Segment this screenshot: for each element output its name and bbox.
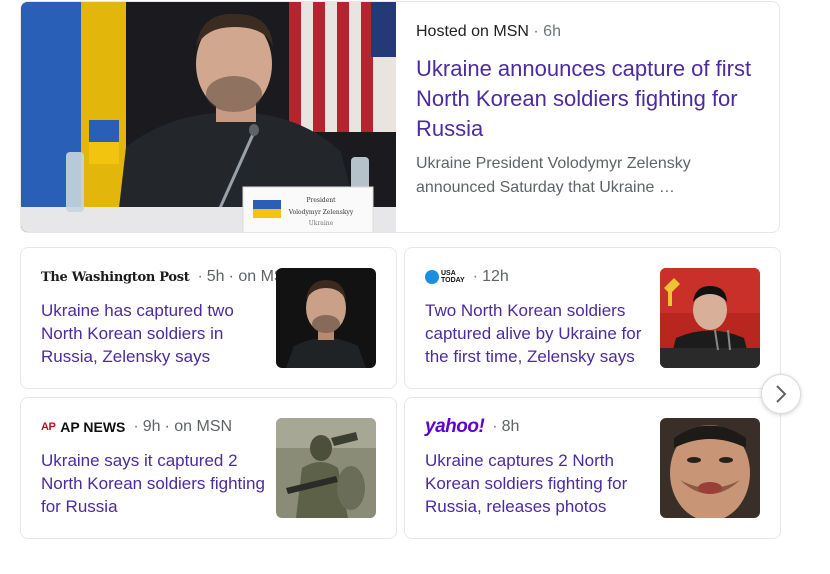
zelensky-press-photo: President Volodymyr Zelenskyy Ukraine [21, 2, 396, 232]
usa-today-word-2: TODAY [441, 277, 465, 284]
story-thumbnail[interactable] [660, 418, 760, 518]
story-separator: · [472, 268, 479, 285]
washington-post-logo: The Washington Post [41, 269, 190, 285]
story-title-link[interactable]: Ukraine says it captured 2 North Korean … [41, 449, 271, 518]
usa-today-word-1: USA [441, 270, 456, 277]
usa-today-logo: USA TODAY [425, 270, 465, 284]
story-meta: USA TODAY · 12h [425, 266, 509, 288]
top-story-separator: · [533, 23, 539, 40]
story-title-link[interactable]: Ukraine has captured two North Korean so… [41, 299, 271, 368]
story-age: 9h [142, 418, 161, 435]
chevron-right-icon [776, 385, 787, 403]
story-age: 5h [206, 268, 225, 285]
story-meta: AP AP NEWS · 9h · on MSN [41, 416, 232, 438]
story-separator: · [197, 268, 203, 285]
placard-line-2: Volodymyr Zelenskyy [288, 209, 354, 216]
usa-today-circle-icon [425, 270, 439, 284]
kim-speech-photo [660, 268, 760, 368]
next-button[interactable] [761, 374, 801, 414]
ap-news-logo: AP AP NEWS [41, 419, 125, 435]
placard-line-1: President [306, 197, 336, 204]
top-story-text: Hosted on MSN · 6h Ukraine announces cap… [416, 22, 766, 200]
soldiers-photo [276, 418, 376, 518]
ap-logo-mark: AP [41, 421, 56, 433]
story-title-link[interactable]: Two North Korean soldiers captured alive… [425, 299, 655, 368]
story-card-usa-today[interactable]: USA TODAY · 12h Two North Korean soldiers… [404, 247, 781, 389]
story-thumbnail[interactable] [276, 268, 376, 368]
story-separator: · [133, 418, 139, 435]
story-card-yahoo[interactable]: yahoo! · 8h Ukraine captures 2 North Kor… [404, 397, 781, 539]
story-age: 12h [482, 268, 509, 285]
soldier-face-photo [660, 418, 760, 518]
story-thumbnail[interactable] [660, 268, 760, 368]
story-via: · on MSN [164, 418, 233, 435]
story-card-washington-post[interactable]: The Washington Post · 5h · on MSN Ukrain… [20, 247, 397, 389]
top-story-snippet: Ukraine President Volodymyr Zelensky ann… [416, 155, 691, 196]
top-story-image[interactable]: President Volodymyr Zelenskyy Ukraine [21, 2, 396, 232]
top-story-card[interactable]: President Volodymyr Zelenskyy Ukraine Ho… [20, 1, 780, 233]
ap-news-wordmark: AP NEWS [60, 419, 126, 435]
story-age: 8h [501, 418, 520, 435]
story-separator: · [492, 418, 498, 435]
top-story-title-link[interactable]: Ukraine announces capture of first North… [416, 54, 766, 144]
top-story-age: 6h [543, 23, 561, 40]
story-card-ap-news[interactable]: AP AP NEWS · 9h · on MSN Ukraine says it… [20, 397, 397, 539]
story-meta: The Washington Post · 5h · on MSN [41, 266, 296, 288]
top-story-source-line: Hosted on MSN · 6h [416, 22, 766, 42]
story-thumbnail[interactable] [276, 418, 376, 518]
placard-line-3: Ukraine [309, 220, 334, 227]
yahoo-logo: yahoo! [425, 416, 485, 437]
top-story-source: Hosted on MSN [416, 23, 529, 40]
story-title-link[interactable]: Ukraine captures 2 North Korean soldiers… [425, 449, 655, 518]
zelensky-portrait-photo [276, 268, 376, 368]
story-meta: yahoo! · 8h [425, 416, 519, 438]
